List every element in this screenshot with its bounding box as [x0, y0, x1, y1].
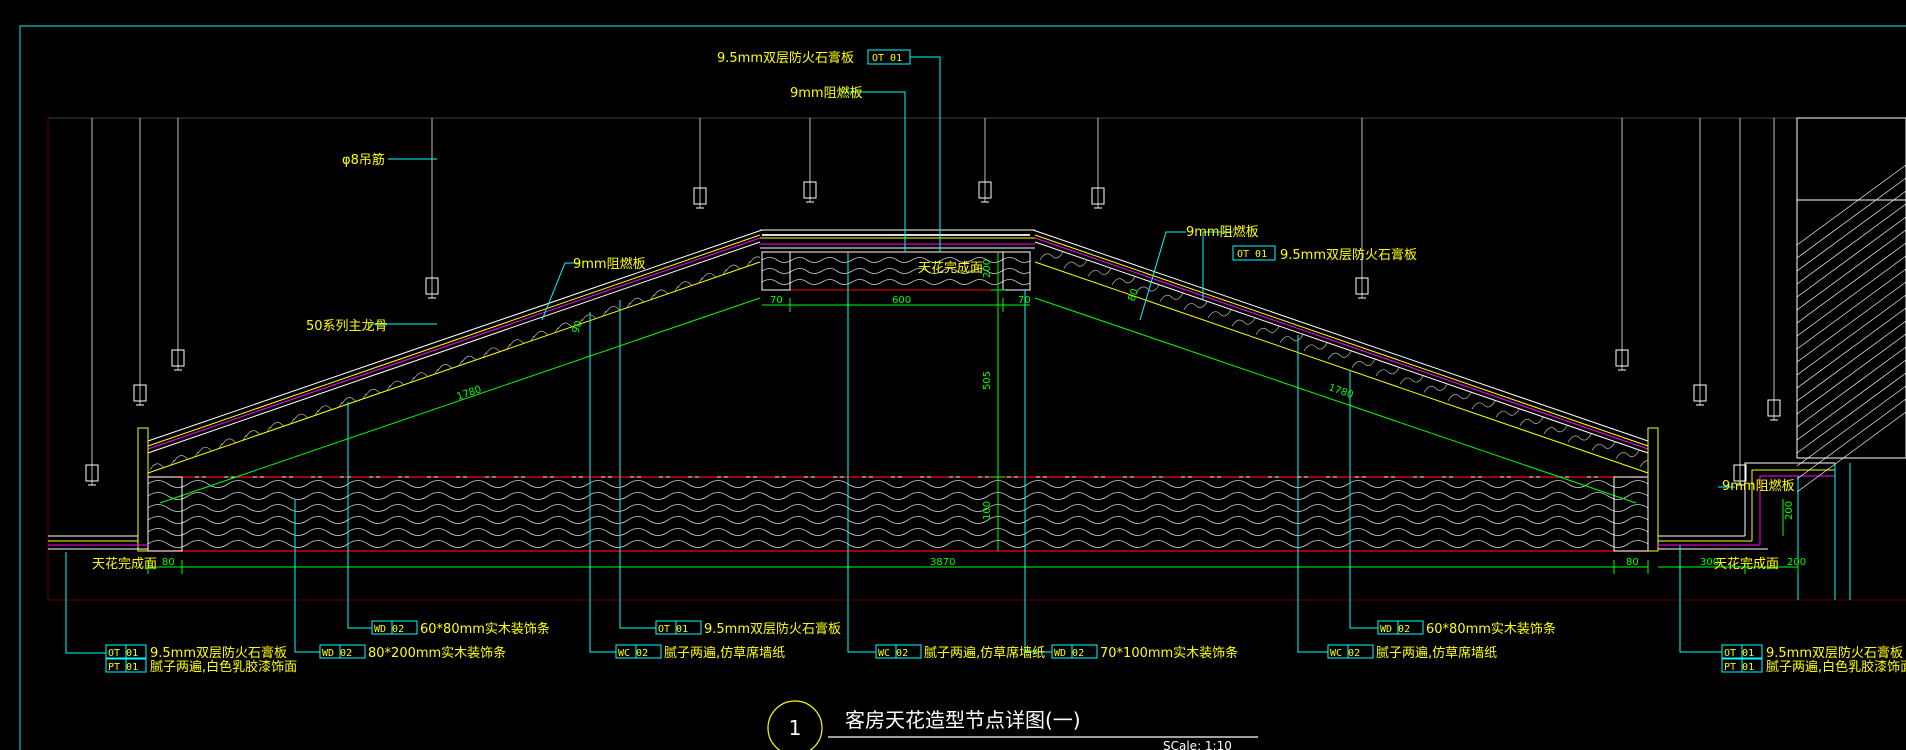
- dim-70-left: 70: [770, 295, 783, 306]
- callout-1-text2: 腻子两遍,白色乳胶漆饰面: [150, 659, 297, 675]
- label-right-ceiling: 天花完成面: [1714, 556, 1779, 572]
- leader-lines: [65, 56, 1735, 654]
- label-ceiling-center: 天花完成面: [918, 260, 983, 276]
- callout-3-tag: WD 02: [374, 624, 404, 635]
- callout-4-tag: WC 02: [618, 648, 648, 659]
- callout-10-text2: 腻子两遍,白色乳胶漆饰面: [1766, 659, 1906, 675]
- top-board-layers: [760, 229, 1035, 249]
- callout-5-text: 9.5mm双层防火石膏板: [704, 621, 841, 637]
- label-rod: φ8吊筋: [342, 152, 385, 168]
- label-left-ceiling: 天花完成面: [92, 556, 157, 572]
- callout-5-tag: OT 01: [658, 624, 688, 635]
- callout-7-text: 70*100mm实木装饰条: [1100, 645, 1238, 661]
- left-slope: [147, 229, 763, 504]
- dim-505: 505: [982, 371, 993, 390]
- callout-10-text: 9.5mm双层防火石膏板: [1766, 645, 1903, 661]
- dim-80-left: 80: [162, 557, 175, 568]
- label-right-ply: 9mm阻燃板: [1186, 224, 1259, 240]
- dim-100: 100: [982, 501, 993, 520]
- tag-right-text: OT 01: [1237, 249, 1267, 260]
- dim-300: 300: [1700, 557, 1719, 568]
- callout-6-text: 腻子两遍,仿草席墙纸: [924, 645, 1045, 661]
- callout-1-text: 9.5mm双层防火石膏板: [150, 645, 287, 661]
- hanger-rods: [85, 118, 1781, 486]
- callout-8-text: 腻子两遍,仿草席墙纸: [1376, 645, 1497, 661]
- dim-70-right: 70: [1018, 295, 1031, 306]
- dim-80-right: 80: [1626, 557, 1639, 568]
- dim-200-right: 200: [1784, 501, 1795, 520]
- label-top-ply: 9mm阻燃板: [790, 85, 863, 101]
- callout-8-tag: WC 02: [1330, 648, 1360, 659]
- label-top-board: 9.5mm双层防火石膏板: [717, 50, 854, 66]
- dim-90-left: 90: [570, 319, 585, 335]
- tag-top-text: OT 01: [872, 53, 902, 64]
- cad-drawing: 1 客房天花造型节点详图(一) SCale: 1:10 9.5mm双层防火石膏板…: [19, 25, 1906, 750]
- side-frames: [48, 117, 1906, 600]
- callout-9-tag: WD 02: [1380, 624, 1410, 635]
- callout-2-text: 80*200mm实木装饰条: [368, 645, 506, 661]
- wall-hatch: [1796, 164, 1906, 493]
- dim-3870: 3870: [930, 557, 955, 568]
- callout-1-tag: OT 01: [108, 648, 138, 659]
- label-right-board: 9.5mm双层防火石膏板: [1280, 247, 1417, 263]
- label-right-small-ply: 9mm阻燃板: [1722, 478, 1795, 494]
- dim-200-v: 200: [982, 259, 993, 278]
- right-slope: [1032, 229, 1649, 504]
- callout-3-text: 60*80mm实木装饰条: [420, 621, 550, 637]
- dim-80-right-slope: 80: [1126, 287, 1141, 303]
- callout-7-tag: WD 02: [1054, 648, 1084, 659]
- dim-1780-left: 1780: [455, 384, 483, 403]
- dimension-lines: [147, 252, 1799, 574]
- callout-10-tag2: PT 01: [1724, 662, 1754, 673]
- callout-10-tag: OT 01: [1724, 648, 1754, 659]
- callout-9-text: 60*80mm实木装饰条: [1426, 621, 1556, 637]
- detail-title: 客房天花造型节点详图(一): [845, 708, 1081, 732]
- detail-number: 1: [789, 716, 802, 740]
- label-left-ply: 9mm阻燃板: [573, 256, 646, 272]
- label-main-keel: 50系列主龙骨: [306, 319, 388, 334]
- scale-text: SCale: 1:10: [1163, 739, 1232, 750]
- callout-6-tag: WC 02: [878, 648, 908, 659]
- wood-beam: [147, 476, 1649, 552]
- callout-1-tag2: PT 01: [108, 662, 138, 673]
- dim-600: 600: [892, 295, 911, 306]
- dim-1780-right: 1780: [1327, 382, 1355, 401]
- dim-200: 200: [1787, 557, 1806, 568]
- callout-4-text: 腻子两遍,仿草席墙纸: [664, 645, 785, 661]
- callout-2-tag: WD 02: [322, 648, 352, 659]
